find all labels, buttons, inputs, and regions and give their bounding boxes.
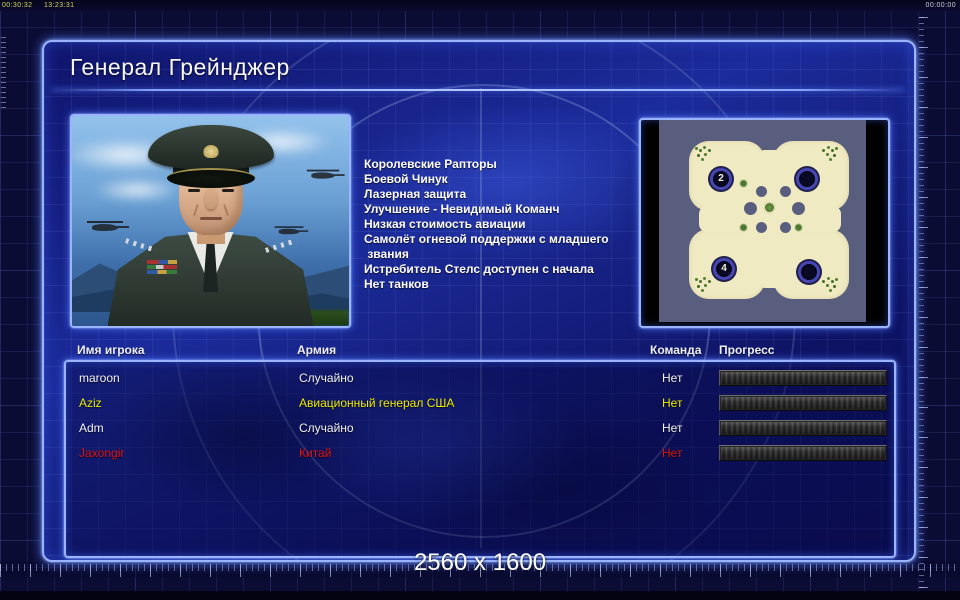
left-tick-ruler: [1, 34, 8, 108]
timer-right: 00:00:00: [925, 2, 956, 9]
epaulet-stars: [264, 238, 297, 253]
general-portrait: [70, 114, 351, 328]
map-center-oasis: [765, 203, 774, 212]
spawn-point-2: 2: [710, 168, 732, 190]
general-figure: [101, 120, 321, 326]
spawn-point: [796, 168, 818, 190]
ability-line: Самолёт огневой поддержки с младшего: [364, 232, 609, 246]
player-army: Китай: [299, 446, 332, 460]
ability-line: Лазерная защита: [364, 187, 467, 201]
load-progress-bar: [719, 395, 887, 411]
player-team: Нет: [662, 446, 683, 460]
ability-line: Королевские Рапторы: [364, 157, 497, 171]
map-preview: 2 4: [639, 118, 890, 328]
ability-line: Истребитель Стелс доступен с начала: [364, 262, 594, 276]
trees-cluster: [695, 278, 698, 281]
player-army: Случайно: [299, 371, 354, 385]
service-ribbons: [146, 260, 177, 274]
player-row: Jaxongir Китай Нет: [66, 441, 894, 466]
eye: [187, 189, 200, 193]
ability-line: Улучшение - Невидимый Команч: [364, 202, 560, 216]
player-row: Adm Случайно Нет: [66, 416, 894, 441]
player-army: Авиационный генерал США: [299, 396, 455, 410]
load-progress-bar: [719, 445, 887, 461]
player-team: Нет: [662, 371, 683, 385]
ability-line: звания: [364, 247, 409, 261]
player-name: Adm: [79, 421, 104, 435]
players-table: maroon Случайно Нет Aziz Авиационный ген…: [64, 360, 896, 558]
eye: [221, 189, 234, 193]
trees-cluster: [835, 278, 838, 281]
player-team: Нет: [662, 396, 683, 410]
player-name: maroon: [79, 371, 120, 385]
clock-time: 13:23:31: [44, 2, 75, 9]
ability-line: Нет танков: [364, 277, 429, 291]
player-army: Случайно: [299, 421, 354, 435]
epaulet-stars: [124, 238, 157, 253]
mouth: [199, 216, 222, 220]
player-row: maroon Случайно Нет: [66, 366, 894, 391]
column-header-army: Армия: [297, 343, 337, 357]
general-abilities-list: Королевские Рапторы Боевой Чинук Лазерна…: [364, 157, 664, 292]
bottom-black-strip: [0, 591, 960, 600]
title-divider: [52, 89, 904, 91]
trees-cluster: [695, 147, 698, 150]
load-progress-bar: [719, 370, 887, 386]
right-tick-ruler: [919, 14, 930, 588]
resolution-label: 2560 x 1600: [413, 549, 547, 576]
column-header-progress: Прогресс: [719, 343, 775, 357]
minimap-terrain: 2 4: [659, 120, 866, 322]
spawn-point-4: 4: [713, 258, 735, 280]
nose: [204, 187, 217, 210]
player-team: Нет: [662, 421, 683, 435]
cap-eagle-emblem: [203, 145, 218, 158]
loading-screen-panel: Генерал Грейнджер Королевские Рапторы Бо…: [42, 40, 916, 562]
ability-line: Низкая стоимость авиации: [364, 217, 526, 231]
load-progress-bar: [719, 420, 887, 436]
spawn-point: [798, 261, 820, 283]
column-header-team: Команда: [650, 343, 702, 357]
player-name: Aziz: [79, 396, 102, 410]
status-bar: 00:30:32 13:23:31 00:00:00: [0, 0, 960, 11]
column-header-player: Имя игрока: [77, 343, 145, 357]
cap-visor: [166, 168, 255, 188]
player-row: Aziz Авиационный генерал США Нет: [66, 391, 894, 416]
elapsed-time: 00:30:32: [2, 2, 33, 9]
page-title: Генерал Грейнджер: [70, 54, 290, 80]
trees-cluster: [835, 147, 838, 150]
ability-line: Боевой Чинук: [364, 172, 448, 186]
player-name: Jaxongir: [79, 446, 125, 460]
